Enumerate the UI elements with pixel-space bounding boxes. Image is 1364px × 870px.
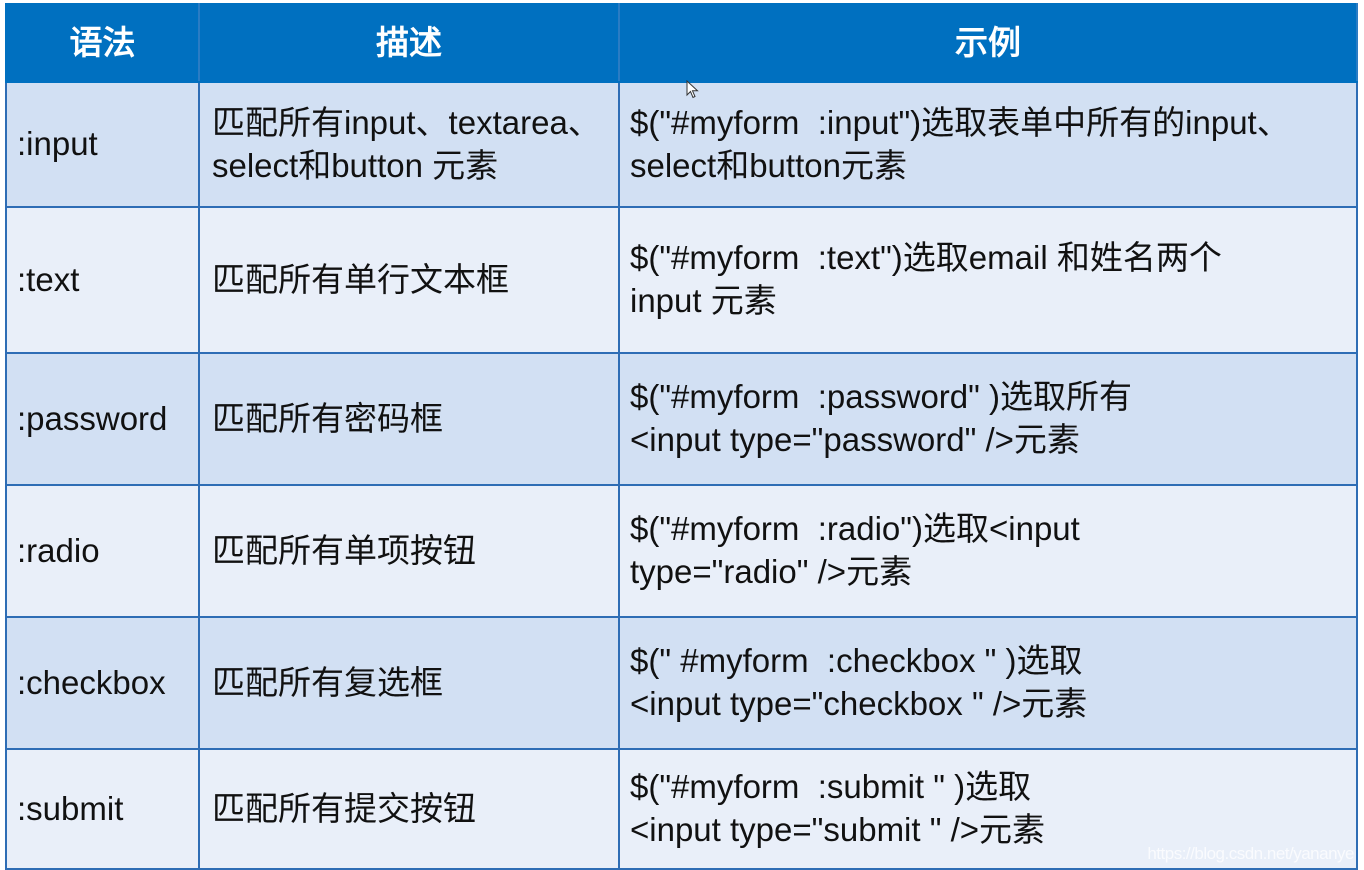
description-line: select和button 元素 xyxy=(212,146,499,184)
mouse-pointer-icon xyxy=(686,80,699,99)
description-cell: 匹配所有密码框 xyxy=(198,352,620,486)
example-line: $("#myform :submit " )选取 xyxy=(630,768,1032,806)
table-row: :password 匹配所有密码框 $("#myform :password" … xyxy=(5,352,1358,486)
description-cell: 匹配所有复选框 xyxy=(198,616,620,750)
description-line: 匹配所有复选框 xyxy=(212,663,443,701)
table-row: :text 匹配所有单行文本框 $("#myform :text")选取emai… xyxy=(5,206,1358,354)
syntax-cell: :password xyxy=(5,352,200,486)
example-cell: $("#myform :radio")选取<input type="radio"… xyxy=(618,484,1358,618)
syntax-cell: :input xyxy=(5,81,200,208)
example-line: type="radio" />元素 xyxy=(630,553,913,590)
description-line: 匹配所有input、textarea、 xyxy=(212,103,601,141)
example-cell: $("#myform :input")选取表单中所有的input、 select… xyxy=(618,81,1358,208)
syntax-cell: :radio xyxy=(5,484,200,618)
example-cell: $("#myform :password" )选取所有 <input type=… xyxy=(618,352,1358,486)
description-line: 匹配所有密码框 xyxy=(212,399,443,437)
jquery-form-selector-table: 语法 描述 示例 :input 匹配所有input、textarea、 sele… xyxy=(5,3,1358,870)
example-line: $("#myform :radio")选取<input xyxy=(630,510,1080,548)
header-description: 描述 xyxy=(198,3,620,83)
watermark: https://blog.csdn.net/yananye xyxy=(1147,844,1354,863)
syntax-cell: :submit xyxy=(5,748,200,870)
header-syntax: 语法 xyxy=(5,3,200,83)
example-cell: $(" #myform :checkbox " )选取 <input type=… xyxy=(618,616,1358,750)
description-line: 匹配所有提交按钮 xyxy=(212,789,476,827)
example-line: <input type="password" />元素 xyxy=(630,421,1080,458)
description-cell: 匹配所有提交按钮 xyxy=(198,748,620,870)
table-row: :checkbox 匹配所有复选框 $(" #myform :checkbox … xyxy=(5,616,1358,750)
example-line: $("#myform :input")选取表单中所有的input、 xyxy=(630,103,1290,141)
description-cell: 匹配所有单行文本框 xyxy=(198,206,620,354)
example-line: select和button元素 xyxy=(630,146,907,184)
example-line: $("#myform :password" )选取所有 xyxy=(630,378,1133,416)
description-cell: 匹配所有单项按钮 xyxy=(198,484,620,618)
example-line: $("#myform :text")选取email 和姓名两个 xyxy=(630,239,1222,277)
table-header-row: 语法 描述 示例 xyxy=(5,3,1358,83)
syntax-cell: :text xyxy=(5,206,200,354)
example-line: input 元素 xyxy=(630,282,777,319)
description-cell: 匹配所有input、textarea、 select和button 元素 xyxy=(198,81,620,208)
table-row: :input 匹配所有input、textarea、 select和button… xyxy=(5,81,1358,208)
description-line: 匹配所有单项按钮 xyxy=(212,531,476,569)
example-line: <input type="checkbox " />元素 xyxy=(630,685,1088,722)
description-line: 匹配所有单行文本框 xyxy=(212,260,509,298)
example-line: $(" #myform :checkbox " )选取 xyxy=(630,642,1083,680)
syntax-cell: :checkbox xyxy=(5,616,200,750)
example-cell: $("#myform :text")选取email 和姓名两个 input 元素 xyxy=(618,206,1358,354)
header-example: 示例 xyxy=(618,3,1358,83)
table-row: :radio 匹配所有单项按钮 $("#myform :radio")选取<in… xyxy=(5,484,1358,618)
